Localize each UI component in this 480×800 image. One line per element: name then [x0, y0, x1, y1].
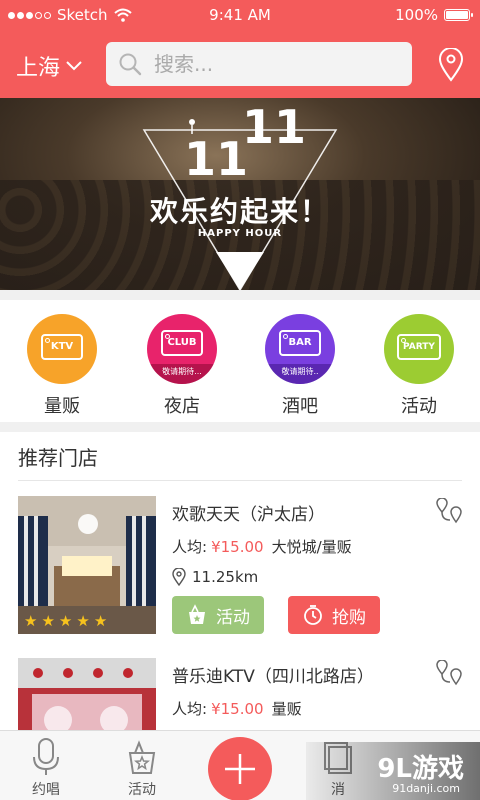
- city-name: 上海: [16, 56, 61, 81]
- star-icon: ★: [58, 612, 73, 630]
- battery-percent: 100%: [395, 6, 438, 24]
- party-icon: PARTY: [384, 314, 454, 384]
- location-pin-icon[interactable]: [438, 48, 464, 82]
- price-value: ¥15.00: [211, 538, 264, 556]
- store-photo: [18, 658, 156, 732]
- chevron-down-icon: [66, 61, 82, 71]
- microphone-icon: [33, 738, 59, 775]
- tab-sing[interactable]: 约唱: [6, 737, 86, 799]
- banner-number-a: 11: [184, 132, 249, 186]
- store-distance-row: 11.25km: [172, 568, 258, 586]
- tab-label: 活动: [128, 782, 156, 798]
- battery-status: 100%: [395, 6, 473, 24]
- promo-banner[interactable]: 11 11 欢乐约起来！ HAPPY HOUR: [0, 98, 480, 290]
- gift-bucket-icon: [189, 604, 205, 624]
- price-value: ¥15.00: [211, 700, 264, 718]
- banner-number-b: 11: [242, 100, 307, 154]
- star-icon: ★: [93, 612, 108, 630]
- star-icon: ★: [24, 612, 38, 630]
- rating-stars: ★ ★ ★ ★ ★: [24, 612, 107, 630]
- activity-button[interactable]: 活动: [172, 596, 264, 634]
- star-icon: ★: [76, 612, 90, 630]
- location-icon: [172, 568, 186, 586]
- bar-icon: BAR 敬请期待..: [265, 314, 335, 384]
- store-name: 欢歌天天（沪太店）: [172, 505, 325, 525]
- search-input[interactable]: [154, 52, 394, 76]
- store-area: 量贩: [271, 700, 302, 718]
- divider: [18, 480, 462, 481]
- search-bar[interactable]: [106, 42, 412, 86]
- section-title: 推荐门店: [18, 446, 98, 470]
- banner-title: 欢乐约起来！: [149, 195, 330, 228]
- store-card[interactable]: 普乐迪KTV（四川北路店） 人均: ¥15.00 量贩: [0, 658, 480, 732]
- store-photo: ★ ★ ★ ★ ★: [18, 496, 156, 634]
- gift-bucket-icon: [128, 740, 156, 774]
- tab-activity[interactable]: 活动: [102, 737, 182, 799]
- plus-icon: [225, 754, 255, 784]
- search-icon: [119, 53, 142, 76]
- coming-soon-label: 敬请期待..: [265, 364, 335, 384]
- category-card: BAR: [279, 330, 321, 356]
- add-button[interactable]: [208, 737, 272, 800]
- battery-fill: [446, 11, 468, 19]
- category-label: 量贩: [44, 396, 80, 417]
- map-route-icon[interactable]: [434, 498, 464, 524]
- category-ktv[interactable]: KTV 量贩: [17, 314, 107, 418]
- star-icon: ★: [41, 612, 55, 630]
- store-name: 普乐迪KTV（四川北路店）: [172, 667, 374, 687]
- category-grid: KTV 量贩 CLUB 敬请期待... 夜店 BAR 敬请期待.. 酒吧 PAR…: [0, 300, 480, 422]
- price-label: 人均:: [172, 538, 208, 556]
- battery-icon: [444, 9, 473, 21]
- recommended-stores: 推荐门店 ★ ★ ★ ★ ★ 欢歌天天（沪太店） 人均: ¥15.00 大悦城/…: [0, 432, 480, 732]
- watermark-brand: 9L游戏: [377, 754, 464, 784]
- flash-buy-button[interactable]: 抢购: [288, 596, 380, 634]
- site-watermark: 9L游戏 91danji.com: [306, 742, 480, 800]
- category-label: 活动: [401, 396, 437, 417]
- category-card: KTV: [41, 334, 83, 360]
- category-label: 酒吧: [282, 396, 318, 417]
- activity-button-label: 活动: [216, 607, 250, 627]
- store-price-row: 人均: ¥15.00 大悦城/量贩: [172, 536, 352, 557]
- category-bar[interactable]: BAR 敬请期待.. 酒吧: [255, 314, 345, 418]
- store-price-row: 人均: ¥15.00 量贩: [172, 698, 302, 719]
- store-distance: 11.25km: [192, 568, 259, 586]
- map-route-icon[interactable]: [434, 660, 464, 686]
- store-area: 大悦城/量贩: [271, 538, 352, 556]
- ktv-icon: KTV: [27, 314, 97, 384]
- category-party[interactable]: PARTY 活动: [374, 314, 464, 418]
- category-card: PARTY: [397, 334, 441, 360]
- app-header: Sketch 9:41 AM 100% 上海: [0, 0, 480, 98]
- category-card: CLUB: [161, 330, 203, 356]
- category-club[interactable]: CLUB 敬请期待... 夜店: [137, 314, 227, 418]
- flash-buy-label: 抢购: [332, 607, 366, 627]
- category-label: 夜店: [164, 396, 200, 417]
- store-card[interactable]: ★ ★ ★ ★ ★ 欢歌天天（沪太店） 人均: ¥15.00 大悦城/量贩 11.2…: [0, 496, 480, 646]
- city-selector[interactable]: 上海: [16, 50, 82, 82]
- tab-label: 约唱: [32, 782, 60, 798]
- price-label: 人均:: [172, 700, 208, 718]
- banner-subtitle: HAPPY HOUR: [197, 228, 283, 239]
- club-icon: CLUB 敬请期待...: [147, 314, 217, 384]
- coming-soon-label: 敬请期待...: [147, 364, 217, 384]
- timer-icon: [304, 605, 322, 625]
- watermark-url: 91danji.com: [392, 782, 460, 795]
- status-bar: Sketch 9:41 AM 100%: [0, 0, 480, 30]
